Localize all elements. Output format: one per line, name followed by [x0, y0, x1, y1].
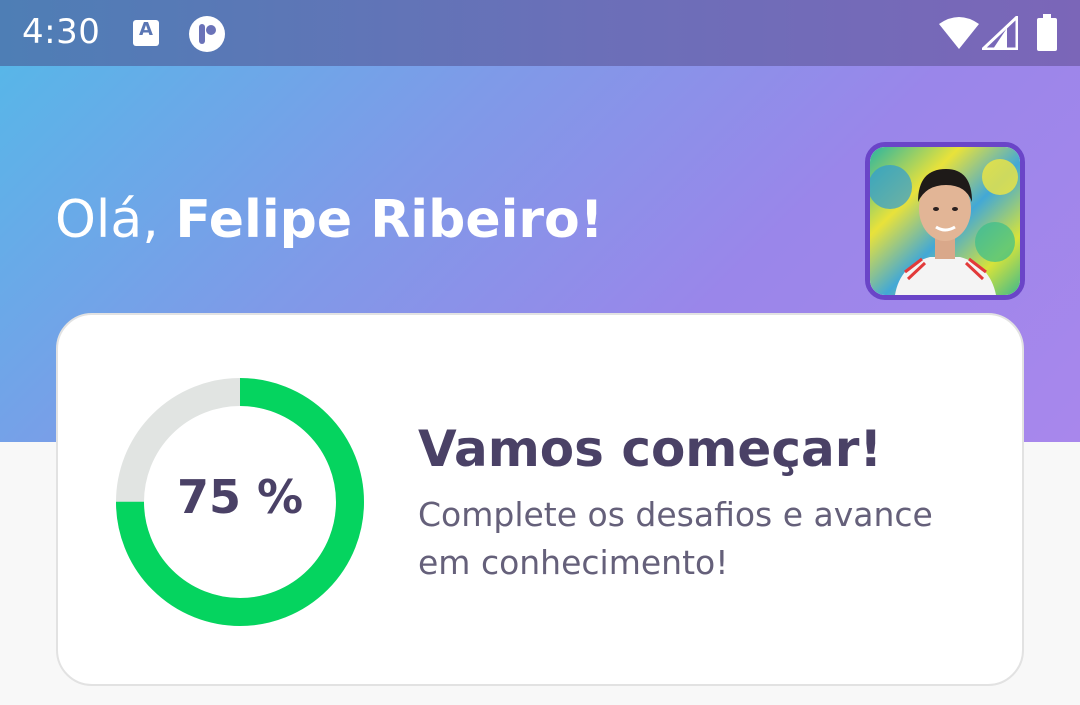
progress-card[interactable]: 75 % Vamos começar! Complete os desafios…: [56, 313, 1024, 686]
card-title: Vamos começar!: [418, 420, 883, 478]
greeting: Olá, Felipe Ribeiro!: [55, 190, 604, 250]
app-a-icon: A: [133, 19, 159, 46]
status-time: 4:30: [22, 12, 101, 52]
card-description: Complete os desafios e avance em conheci…: [418, 495, 933, 582]
signal-icon: [979, 13, 1019, 54]
app-p-icon: [188, 15, 226, 57]
battery-icon: [1036, 14, 1058, 56]
status-bar: 4:30 A: [0, 0, 1080, 66]
progress-percent: 75 %: [176, 470, 304, 524]
avatar-photo: [870, 147, 1020, 295]
avatar[interactable]: [865, 142, 1025, 300]
greeting-prefix: Olá,: [55, 190, 176, 250]
user-name: Felipe Ribeiro!: [175, 190, 604, 250]
wifi-icon: [938, 16, 980, 54]
